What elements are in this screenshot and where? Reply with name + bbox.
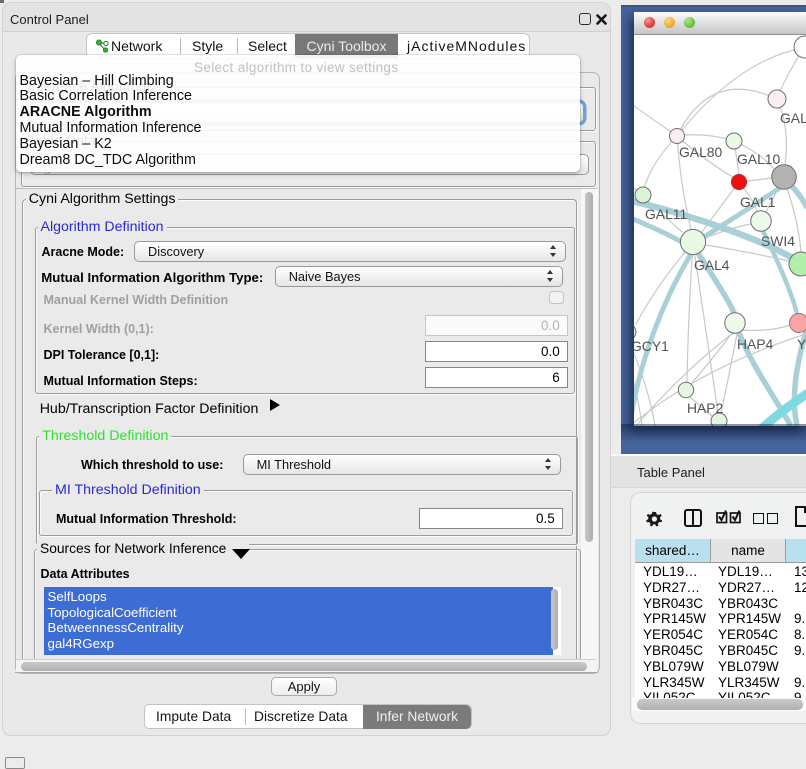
svg-text:GAL1: GAL1 [740, 194, 776, 210]
svg-text:GAL7: GAL7 [780, 110, 806, 126]
svg-text:HAP2: HAP2 [687, 400, 724, 416]
svg-text:GAL11: GAL11 [645, 206, 687, 222]
svg-text:GAL80: GAL80 [679, 144, 723, 160]
svg-text:GCY1: GCY1 [634, 338, 669, 354]
svg-text:HAP4: HAP4 [737, 336, 774, 352]
svg-text:Y: Y [797, 336, 806, 352]
svg-text:GAL10: GAL10 [737, 151, 781, 167]
svg-text:SWI4: SWI4 [761, 233, 795, 249]
svg-text:GAL4: GAL4 [694, 257, 730, 273]
